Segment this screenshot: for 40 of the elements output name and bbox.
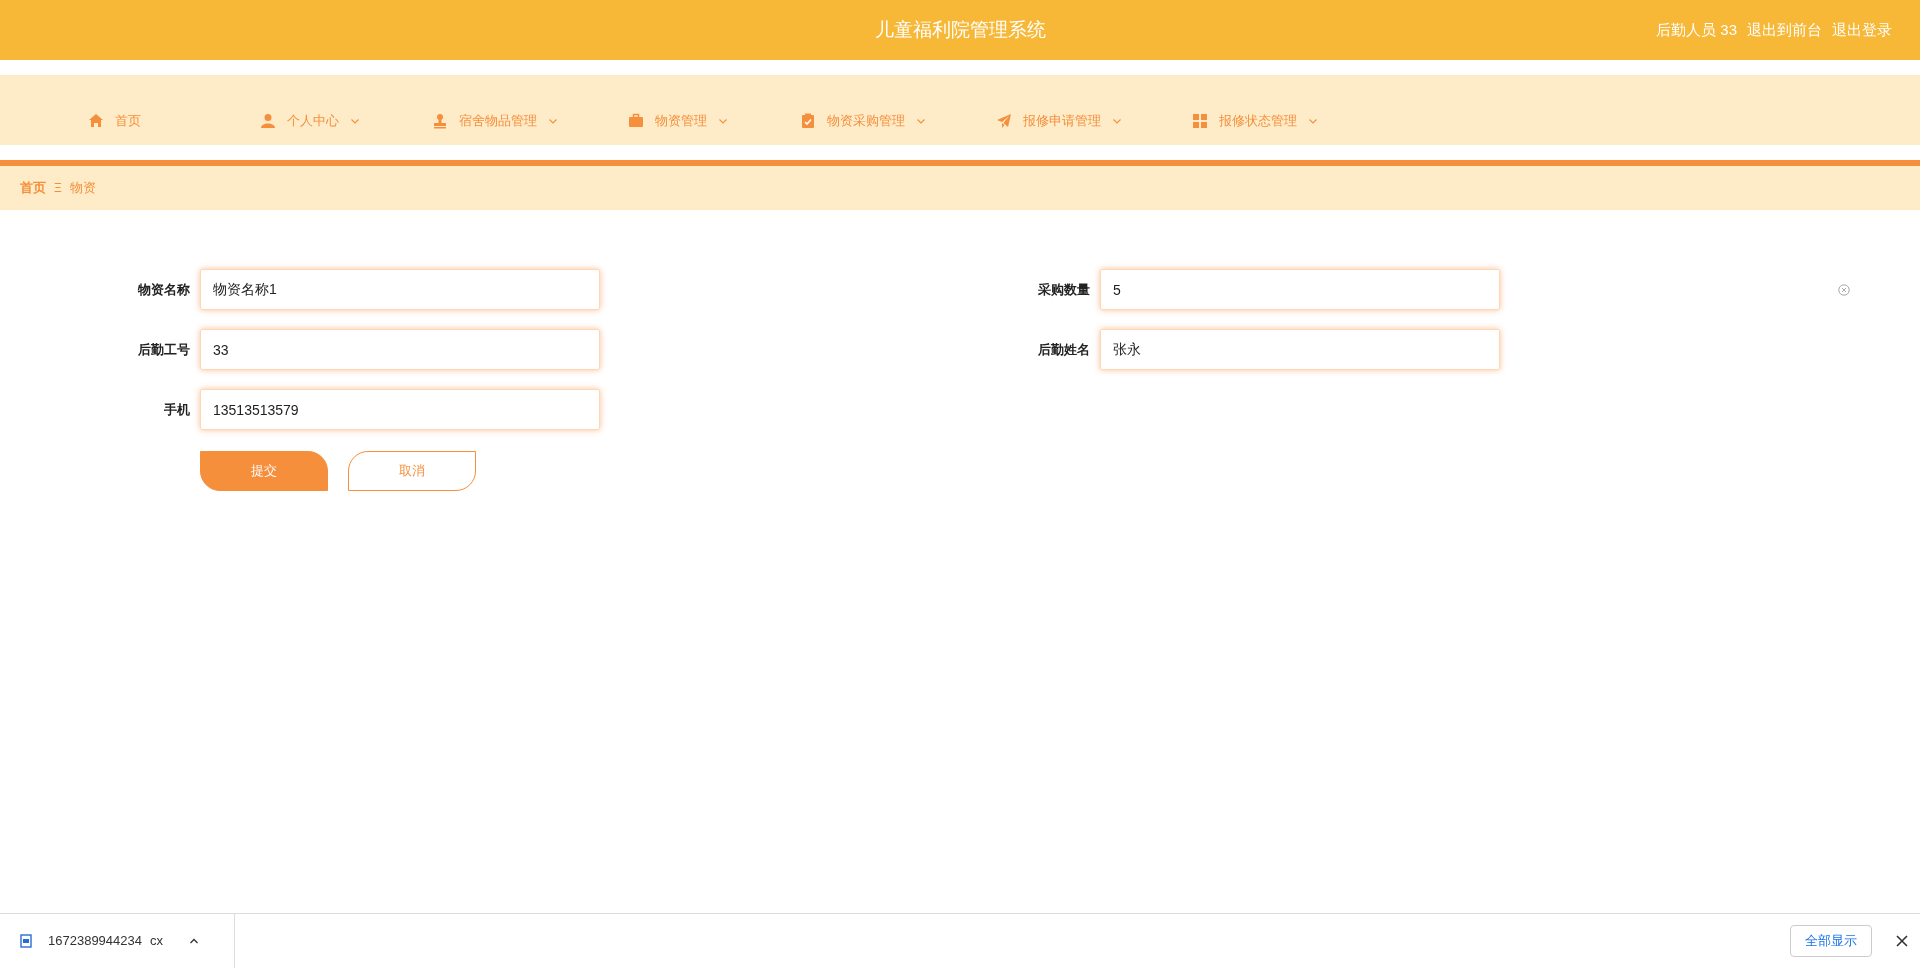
paper-plane-icon: [996, 113, 1012, 129]
field-label: 后勤姓名: [1037, 340, 1091, 359]
input-field[interactable]: 张永: [1100, 329, 1500, 370]
breadcrumb-separator: Ξ: [54, 180, 62, 197]
grid-icon: [1192, 113, 1208, 129]
field-label: 后勤工号: [137, 340, 191, 359]
home-icon: [88, 113, 104, 129]
clipboard-icon: [800, 113, 816, 129]
stamp-icon: [432, 113, 448, 129]
nav-item[interactable]: 宿舍物品管理: [432, 111, 558, 131]
header-link[interactable]: 退出登录: [1832, 18, 1892, 42]
nav-item[interactable]: 首页: [88, 111, 190, 131]
nav-item[interactable]: 报修申请管理: [996, 111, 1122, 131]
user-label: 后勤人员 33: [1656, 19, 1737, 40]
breadcrumb-link[interactable]: 首页: [20, 178, 46, 198]
breadcrumb-link[interactable]: 物资: [69, 178, 96, 198]
close-icon[interactable]: [1896, 935, 1908, 947]
chevron-up-icon: [189, 936, 199, 946]
show-all-button[interactable]: 全部显示: [1790, 925, 1872, 957]
person-icon: [260, 113, 276, 129]
nav-item[interactable]: 个人中心: [260, 111, 362, 131]
field-label: 手机: [163, 400, 191, 419]
nav-item[interactable]: 物资采购管理: [800, 111, 926, 131]
input-field[interactable]: 物资名称1: [200, 269, 600, 310]
input-field[interactable]: 13513513579: [200, 389, 600, 430]
field-label: 采购数量: [1037, 280, 1091, 299]
download-item[interactable]: 1672389944234 cx: [0, 913, 235, 968]
nav-item[interactable]: 报修状态管理: [1192, 111, 1318, 131]
field-label: 物资名称: [137, 280, 191, 299]
document-icon: [20, 934, 32, 948]
briefcase-icon: [628, 113, 644, 129]
file-name-end: cx: [150, 932, 163, 951]
file-name: 1672389944234: [48, 932, 142, 951]
input-field[interactable]: 33: [200, 329, 600, 370]
cancel-button[interactable]: 取消: [348, 451, 476, 491]
nav-item[interactable]: 物资管理: [628, 111, 730, 131]
submit-button[interactable]: 提交: [200, 451, 328, 491]
input-field[interactable]: 5: [1100, 269, 1500, 310]
header-link[interactable]: 退出到前台: [1747, 18, 1822, 42]
app-title: 儿童福利院管理系统: [874, 17, 1046, 42]
